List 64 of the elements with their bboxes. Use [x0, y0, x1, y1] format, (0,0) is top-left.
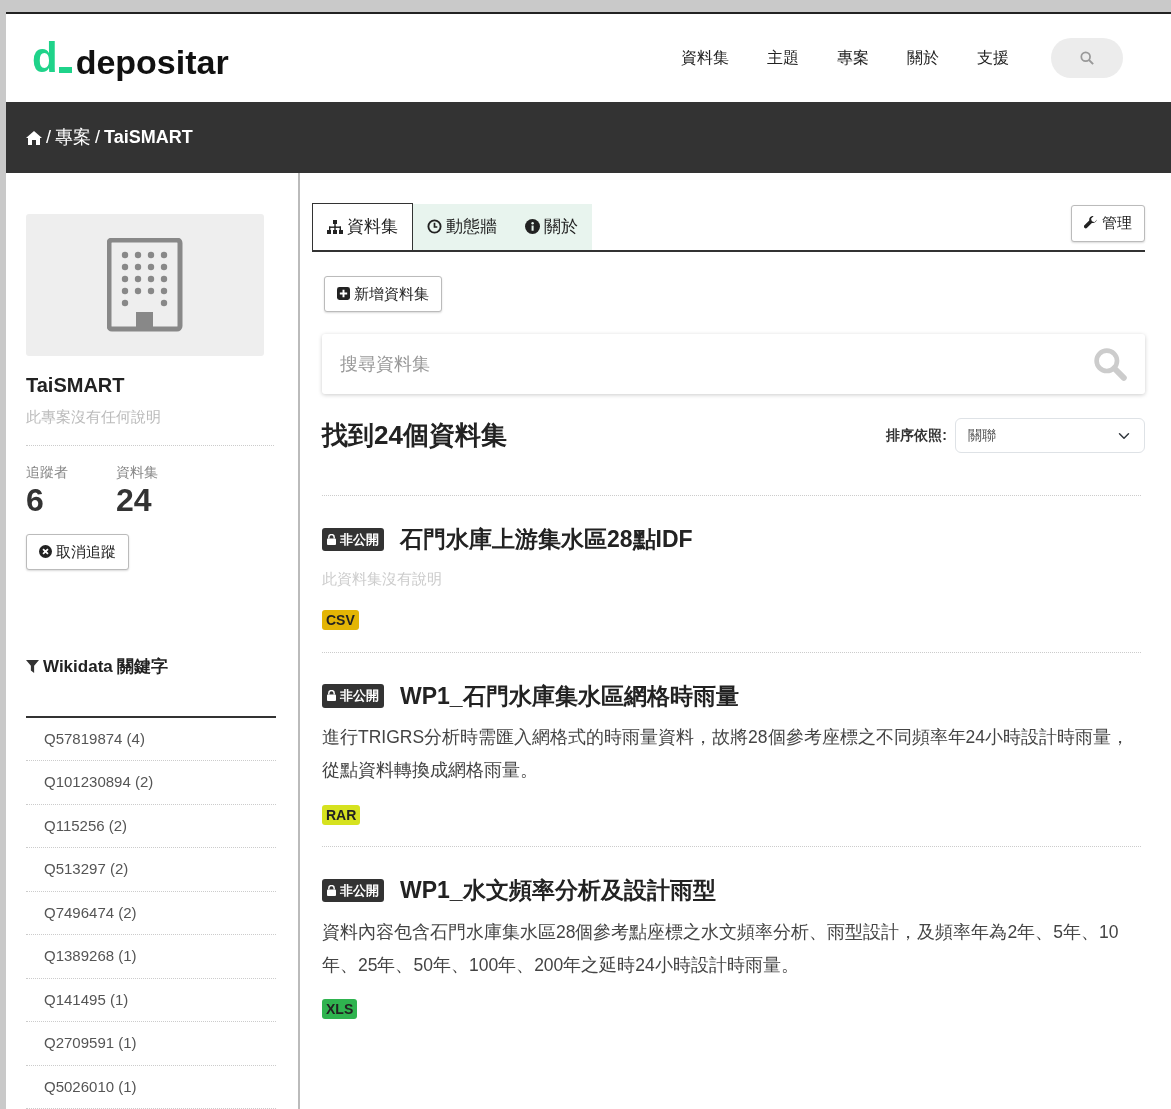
- private-badge: 非公開: [322, 684, 384, 708]
- nav-link[interactable]: 支援: [977, 46, 1009, 70]
- close-circle-icon: [39, 545, 52, 559]
- nav-link[interactable]: 專案: [837, 46, 869, 70]
- facet-item[interactable]: Q57819874 (4): [26, 717, 276, 762]
- logo-letter: d: [32, 37, 58, 79]
- project-description: 此專案沒有任何說明: [26, 407, 162, 427]
- facet-item[interactable]: Q115256 (2): [26, 804, 276, 849]
- logo-wordmark: depositar: [75, 45, 229, 79]
- nav-link[interactable]: 主題: [767, 46, 799, 70]
- manage-button[interactable]: 管理: [1071, 205, 1145, 242]
- info-icon: [525, 219, 540, 235]
- result-count: 找到24個資料集: [322, 419, 507, 452]
- format-label[interactable]: CSV: [322, 610, 359, 630]
- facet-item[interactable]: Q1389268 (1): [26, 935, 276, 979]
- tab[interactable]: 關於: [511, 204, 592, 250]
- facet-title: Wikidata 關鍵字: [43, 656, 169, 679]
- dataset-title[interactable]: WP1_石門水庫集水區網格時雨量: [400, 678, 739, 713]
- nav-link[interactable]: 資料集: [681, 46, 729, 70]
- format-label[interactable]: XLS: [322, 999, 358, 1019]
- unfollow-button[interactable]: 取消追蹤: [26, 533, 129, 571]
- breadcrumb-link[interactable]: TaiSMART: [104, 124, 193, 151]
- search-field[interactable]: 搜尋資料集: [322, 334, 1145, 394]
- lock-icon: [327, 884, 336, 896]
- project-title: TaiSMART: [26, 373, 126, 398]
- logo-underscore-mark: [58, 67, 72, 73]
- plus-square-icon: [337, 287, 350, 301]
- facet-item[interactable]: Q141495 (1): [26, 978, 276, 1023]
- breadcrumb-link[interactable]: 專案: [55, 124, 91, 151]
- tab[interactable]: 動態牆: [413, 204, 511, 250]
- format-label[interactable]: RAR: [322, 804, 361, 825]
- dataset-title[interactable]: WP1_水文頻率分析及設計雨型: [400, 873, 716, 908]
- private-badge: 非公開: [322, 878, 384, 902]
- search-icon: [1080, 51, 1094, 65]
- wrench-icon: [1084, 216, 1098, 231]
- dataset-description: 資料內容包含石門水庫集水區28個參考點座標之水文頻率分析、雨型設計，及頻率年為2年、5年、10年、25年、50年、100年、200年之延時24小時設計時雨量。: [322, 920, 1120, 977]
- private-badge: 非公開: [322, 527, 384, 551]
- facet-item[interactable]: Q2709591 (1): [26, 1022, 276, 1066]
- facet-item[interactable]: Q7496474 (2): [26, 891, 276, 936]
- home-link[interactable]: [26, 130, 42, 145]
- stat-value: 6: [26, 482, 45, 518]
- sitemap-icon: [327, 219, 343, 234]
- lock-icon: [327, 533, 336, 545]
- facet-item[interactable]: Q101230894 (2): [26, 761, 276, 805]
- lock-icon: [327, 690, 336, 702]
- breadcrumb-separator: /: [95, 126, 101, 149]
- building-icon: [107, 238, 183, 332]
- tab[interactable]: 資料集: [312, 203, 413, 250]
- search-icon: [1093, 347, 1127, 381]
- sort-select[interactable]: 關聯: [955, 418, 1145, 453]
- facet-item[interactable]: Q5026010 (1): [26, 1065, 276, 1109]
- sort-label: 排序依照:: [886, 426, 947, 445]
- stat-label: 追蹤者: [26, 462, 68, 482]
- home-icon: [26, 130, 42, 145]
- add-dataset-button[interactable]: 新增資料集: [324, 275, 442, 312]
- stat-value: 24: [116, 482, 153, 518]
- breadcrumb-separator: /: [46, 126, 51, 149]
- filter-icon: [26, 660, 39, 674]
- stat-label: 資料集: [116, 462, 158, 482]
- nav-link[interactable]: 關於: [907, 46, 939, 70]
- dataset-title[interactable]: 石門水庫上游集水區28點IDF: [400, 522, 693, 557]
- clock-icon: [427, 219, 442, 235]
- facet-item[interactable]: Q513297 (2): [26, 848, 276, 892]
- dataset-description: 進行TRIGRS分析時需匯入網格式的時雨量資料，故將28個參考座標之不同頻率年24小時設計時雨量，從點資料轉換成網格雨量。: [322, 726, 1131, 783]
